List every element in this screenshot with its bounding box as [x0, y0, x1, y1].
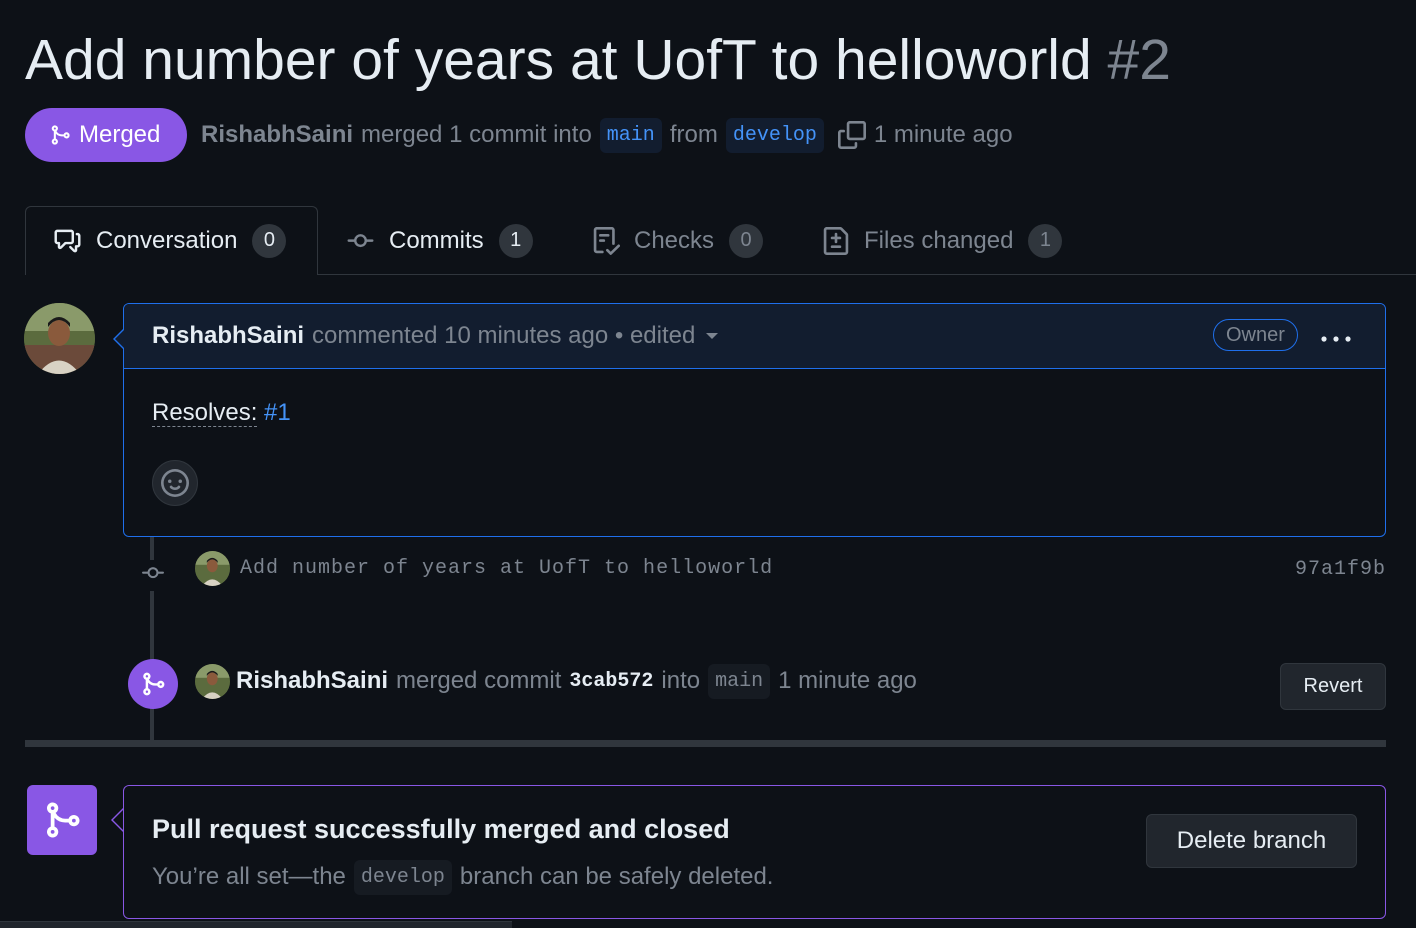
merge-sub-branch[interactable]: develop — [353, 859, 452, 895]
state-label: Merged — [79, 121, 161, 148]
comment-author[interactable]: RishabhSaini — [152, 322, 304, 350]
merge-sub-prefix: You’re all set—the — [152, 863, 346, 890]
pr-title-text: Add number of years at UofT to helloworl… — [25, 28, 1092, 92]
merge-event-text: merged commit — [396, 667, 562, 694]
git-merge-icon — [49, 123, 71, 147]
pr-title: Add number of years at UofT to helloworl… — [25, 28, 1171, 92]
commit-author-avatar[interactable] — [195, 551, 230, 586]
tab-commits-count: 1 — [498, 223, 533, 258]
copy-icon[interactable] — [837, 121, 866, 149]
revert-button[interactable]: Revert — [1280, 663, 1386, 710]
merge-commit-sha-link[interactable]: 3cab572 — [569, 670, 653, 693]
git-merge-icon — [42, 798, 82, 842]
avatar[interactable] — [24, 303, 95, 374]
git-commit-icon — [138, 560, 168, 591]
git-merge-icon — [140, 670, 166, 698]
merge-author-link[interactable]: RishabhSaini — [236, 667, 388, 695]
merge-into-text: into — [661, 667, 701, 694]
commit-row: Add number of years at UofT to helloworl… — [195, 551, 773, 586]
tab-files-changed-label: Files changed — [864, 226, 1014, 254]
merge-status-icon-box — [27, 785, 97, 855]
pr-time: 1 minute ago — [873, 121, 1013, 148]
commit-sha-link[interactable]: 97a1f9b — [1295, 558, 1386, 581]
owner-badge: Owner — [1213, 319, 1298, 351]
merge-target-branch[interactable]: main — [708, 663, 771, 699]
comment-caret-inner — [115, 330, 124, 348]
timeline-divider — [25, 740, 1386, 747]
merge-status-subtitle: You’re all set—the develop branch can be… — [152, 858, 773, 896]
tab-files-changed-count: 1 — [1028, 223, 1063, 258]
tab-checks-count: 0 — [729, 223, 764, 258]
file-diff-icon — [822, 226, 850, 255]
kebab-horizontal-icon[interactable] — [1320, 323, 1352, 351]
commit-message-link[interactable]: Add number of years at UofT to helloworl… — [240, 557, 773, 580]
comment-box: RishabhSaini commented 10 minutes ago • … — [123, 303, 1386, 537]
triangle-down-icon[interactable] — [705, 331, 719, 341]
smiley-icon — [161, 469, 189, 497]
comment-body: Resolves: #1 — [124, 369, 1385, 457]
pr-number: #2 — [1107, 28, 1171, 92]
merge-event: RishabhSaini merged commit 3cab572 into … — [195, 662, 917, 700]
tab-commits-label: Commits — [389, 226, 484, 254]
tab-files-changed[interactable]: Files changed 1 — [822, 206, 1063, 275]
pr-meta: RishabhSaini merged 1 commit into main f… — [201, 115, 1013, 155]
delete-branch-button[interactable]: Delete branch — [1146, 814, 1357, 868]
head-branch[interactable]: develop — [725, 117, 824, 153]
tab-checks-label: Checks — [634, 226, 715, 254]
base-branch[interactable]: main — [599, 117, 662, 153]
merged-text: merged 1 commit into — [361, 121, 592, 148]
merge-event-badge — [128, 659, 178, 709]
merge-sub-suffix: branch can be safely deleted. — [459, 863, 774, 890]
comment-meta[interactable]: commented 10 minutes ago • edited — [312, 322, 695, 350]
resolves-label: Resolves: — [152, 399, 258, 427]
issue-link[interactable]: #1 — [264, 399, 291, 426]
pr-author-link[interactable]: RishabhSaini — [201, 121, 353, 149]
comment-header: RishabhSaini commented 10 minutes ago • … — [124, 304, 1385, 369]
merged-state-badge: Merged — [25, 108, 187, 162]
tab-conversation-count: 0 — [252, 223, 287, 258]
tab-conversation-label: Conversation — [96, 226, 238, 254]
from-text: from — [669, 121, 718, 148]
merge-status-title: Pull request successfully merged and clo… — [152, 814, 730, 844]
checklist-icon — [592, 226, 620, 255]
tab-commits[interactable]: Commits 1 — [346, 206, 533, 275]
merge-box-caret-inner — [113, 810, 123, 830]
add-reaction-button[interactable] — [152, 460, 198, 506]
comment-discussion-icon — [53, 228, 82, 254]
merge-author-avatar[interactable] — [195, 663, 230, 699]
tab-conversation[interactable]: Conversation 0 — [53, 206, 287, 275]
merge-event-time[interactable]: 1 minute ago — [778, 667, 917, 695]
git-commit-icon — [346, 228, 375, 254]
tab-checks[interactable]: Checks 0 — [592, 206, 764, 275]
